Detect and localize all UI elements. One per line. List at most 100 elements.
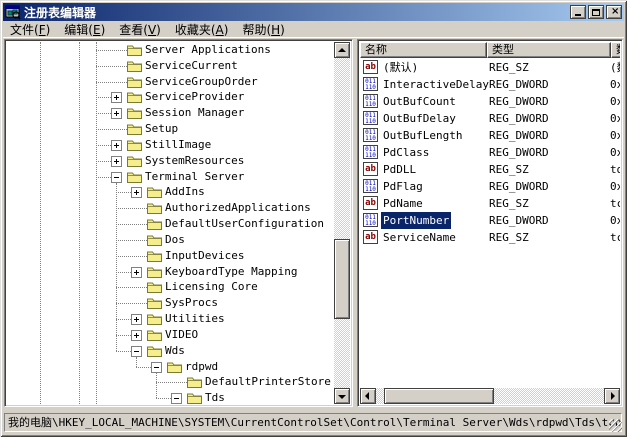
tree-node-label[interactable]: Wds bbox=[165, 343, 185, 359]
tree-node-label[interactable]: InputDevices bbox=[165, 248, 244, 264]
expand-plus-icon[interactable] bbox=[111, 108, 122, 119]
value-name[interactable]: OutBufCount bbox=[381, 93, 458, 110]
value-name[interactable]: OutBufDelay bbox=[381, 110, 458, 127]
tree-node[interactable]: Tds bbox=[7, 390, 334, 404]
tree-node-label[interactable]: Tds bbox=[205, 390, 225, 404]
tree-node-label[interactable]: Utilities bbox=[165, 311, 225, 327]
tree-node[interactable]: ServiceProvider bbox=[7, 89, 334, 105]
tree-node[interactable]: SysProcs bbox=[7, 295, 334, 311]
tree-node-label[interactable]: AuthorizedApplications bbox=[165, 200, 311, 216]
expand-plus-icon[interactable] bbox=[111, 92, 122, 103]
tree-node-label[interactable]: ServiceCurrent bbox=[145, 58, 238, 74]
value-name[interactable]: InteractiveDelay bbox=[381, 76, 491, 93]
value-row[interactable]: 011110PdFlagREG_DWORD0x bbox=[360, 178, 620, 195]
titlebar[interactable]: 注册表编辑器 × bbox=[3, 3, 624, 21]
tree-node-label[interactable]: rdpwd bbox=[185, 359, 218, 375]
tree-node-label[interactable]: DefaultUserConfiguration bbox=[165, 216, 324, 232]
tree-node[interactable]: Server Applications bbox=[7, 42, 334, 58]
tree-node-label[interactable]: StillImage bbox=[145, 137, 211, 153]
value-name[interactable]: OutBufLength bbox=[381, 127, 464, 144]
tree-node-label[interactable]: SystemResources bbox=[145, 153, 244, 169]
tree-node[interactable]: Setup bbox=[7, 121, 334, 137]
tree-scroll-thumb[interactable] bbox=[334, 239, 350, 319]
tree-node-label[interactable]: SysProcs bbox=[165, 295, 218, 311]
value-name[interactable]: PdFlag bbox=[381, 178, 425, 195]
value-name[interactable]: PdDLL bbox=[381, 161, 418, 178]
tree-node[interactable]: VIDEO bbox=[7, 327, 334, 343]
scroll-down-button[interactable] bbox=[334, 388, 350, 404]
tree-node[interactable]: DefaultUserConfiguration bbox=[7, 216, 334, 232]
tree-node-label[interactable]: ServiceGroupOrder bbox=[145, 74, 258, 90]
value-name[interactable]: ServiceName bbox=[381, 229, 458, 246]
scroll-right-button[interactable] bbox=[604, 388, 620, 404]
menu-item-0[interactable]: 文件(F) bbox=[3, 20, 57, 39]
collapse-minus-icon[interactable] bbox=[151, 362, 162, 373]
collapse-minus-icon[interactable] bbox=[131, 346, 142, 357]
tree-node-label[interactable]: KeyboardType Mapping bbox=[165, 264, 297, 280]
list-horizontal-scrollbar[interactable] bbox=[360, 388, 620, 404]
close-button[interactable]: × bbox=[606, 5, 622, 19]
tree-node-label[interactable]: ServiceProvider bbox=[145, 89, 244, 105]
column-header-1[interactable]: 类型 bbox=[487, 42, 611, 58]
collapse-minus-icon[interactable] bbox=[111, 172, 122, 183]
value-name[interactable]: (默认) bbox=[381, 59, 420, 76]
maximize-button[interactable] bbox=[588, 5, 604, 19]
menu-item-3[interactable]: 收藏夹(A) bbox=[168, 20, 236, 39]
expand-plus-icon[interactable] bbox=[131, 267, 142, 278]
scroll-up-button[interactable] bbox=[334, 42, 350, 58]
tree-node[interactable]: rdpwd bbox=[7, 359, 334, 375]
tree-node[interactable]: DefaultPrinterStore bbox=[7, 374, 334, 390]
column-header-2[interactable]: 数据 bbox=[611, 42, 620, 58]
value-row[interactable]: 011110OutBufCountREG_DWORD0x bbox=[360, 93, 620, 110]
tree-node[interactable]: ServiceGroupOrder bbox=[7, 74, 334, 90]
tree-node[interactable]: ServiceCurrent bbox=[7, 58, 334, 74]
tree-node-label[interactable]: Server Applications bbox=[145, 42, 271, 58]
expand-plus-icon[interactable] bbox=[131, 314, 142, 325]
list-scroll-thumb[interactable] bbox=[384, 388, 494, 404]
tree-node[interactable]: Wds bbox=[7, 343, 334, 359]
value-row[interactable]: abPdNameREG_SZtc bbox=[360, 195, 620, 212]
value-row[interactable]: 011110PdClassREG_DWORD0x bbox=[360, 144, 620, 161]
value-name[interactable]: PortNumber bbox=[381, 212, 451, 229]
tree-node[interactable]: AuthorizedApplications bbox=[7, 200, 334, 216]
value-row[interactable]: 011110PortNumberREG_DWORD0x bbox=[360, 212, 620, 229]
menu-item-2[interactable]: 查看(V) bbox=[112, 20, 168, 39]
tree-node[interactable]: SystemResources bbox=[7, 153, 334, 169]
value-name[interactable]: PdName bbox=[381, 195, 425, 212]
value-row[interactable]: 011110OutBufLengthREG_DWORD0x bbox=[360, 127, 620, 144]
tree-node-label[interactable]: DefaultPrinterStore bbox=[205, 374, 331, 390]
value-name[interactable]: PdClass bbox=[381, 144, 431, 161]
scroll-left-button[interactable] bbox=[360, 388, 376, 404]
column-header-0[interactable]: 名称 bbox=[360, 42, 487, 58]
tree-node[interactable]: Licensing Core bbox=[7, 279, 334, 295]
tree-node-label[interactable]: Session Manager bbox=[145, 105, 244, 121]
tree-node[interactable]: KeyboardType Mapping bbox=[7, 264, 334, 280]
tree-vertical-scrollbar[interactable] bbox=[334, 42, 350, 404]
tree-node[interactable]: Dos bbox=[7, 232, 334, 248]
expand-plus-icon[interactable] bbox=[111, 140, 122, 151]
value-row[interactable]: 011110InteractiveDelayREG_DWORD0x bbox=[360, 76, 620, 93]
value-row[interactable]: ab(默认)REG_SZ(数值未设置) bbox=[360, 59, 620, 76]
tree-node-label[interactable]: Dos bbox=[165, 232, 185, 248]
value-row[interactable]: abServiceNameREG_SZtc bbox=[360, 229, 620, 246]
value-row[interactable]: 011110OutBufDelayREG_DWORD0x bbox=[360, 110, 620, 127]
tree-node-label[interactable]: AddIns bbox=[165, 184, 205, 200]
expand-plus-icon[interactable] bbox=[131, 187, 142, 198]
tree-node[interactable]: Utilities bbox=[7, 311, 334, 327]
tree-node[interactable]: Session Manager bbox=[7, 105, 334, 121]
tree-node-label[interactable]: Licensing Core bbox=[165, 279, 258, 295]
menu-item-1[interactable]: 编辑(E) bbox=[57, 20, 112, 39]
expand-plus-icon[interactable] bbox=[111, 156, 122, 167]
collapse-minus-icon[interactable] bbox=[171, 393, 182, 404]
tree-node-label[interactable]: VIDEO bbox=[165, 327, 198, 343]
tree-node[interactable]: StillImage bbox=[7, 137, 334, 153]
resize-grip[interactable] bbox=[609, 419, 622, 432]
expand-plus-icon[interactable] bbox=[131, 330, 142, 341]
tree-node[interactable]: Terminal Server bbox=[7, 169, 334, 185]
tree-node-label[interactable]: Setup bbox=[145, 121, 178, 137]
menu-item-4[interactable]: 帮助(H) bbox=[235, 20, 291, 39]
tree-node[interactable]: AddIns bbox=[7, 184, 334, 200]
value-row[interactable]: abPdDLLREG_SZtd bbox=[360, 161, 620, 178]
minimize-button[interactable] bbox=[570, 5, 586, 19]
tree-node-label[interactable]: Terminal Server bbox=[145, 169, 244, 185]
